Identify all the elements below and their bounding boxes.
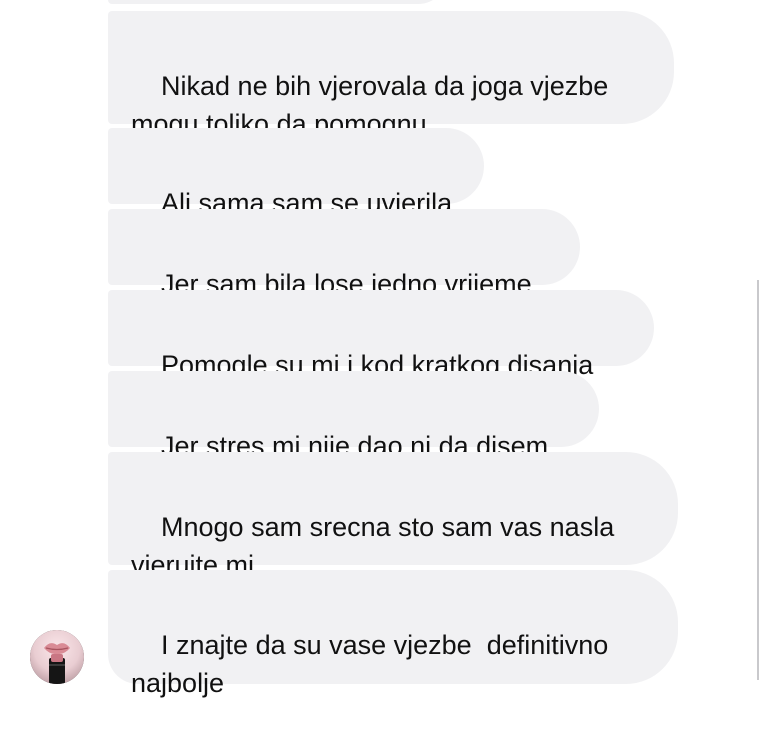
- message-bubble-6[interactable]: Mnogo sam srecna sto sam vas nasla vjeru…: [108, 452, 678, 580]
- chat-thread: Nikad ne bih vjerovala da joga vjezbe mo…: [0, 0, 760, 698]
- message-bubble-4[interactable]: Pomogle su mi i kod kratkog disanja: [108, 290, 654, 380]
- message-bubble-3[interactable]: Jer sam bila lose jedno vrijeme: [108, 209, 580, 299]
- previous-message-bubble[interactable]: [108, 0, 448, 4]
- message-text-7: I znajte da su vase vjezbe definitivno n…: [131, 630, 609, 698]
- message-bubble-7[interactable]: I znajte da su vase vjezbe definitivno n…: [108, 570, 678, 698]
- lipstick-profile-avatar-icon: [30, 630, 84, 684]
- message-bubble-1[interactable]: Nikad ne bih vjerovala da joga vjezbe mo…: [108, 11, 674, 139]
- sender-avatar[interactable]: [30, 630, 84, 684]
- scrollbar-track[interactable]: [757, 280, 759, 680]
- message-bubble-5[interactable]: Jer stres mi nije dao ni da disem: [108, 371, 599, 461]
- message-bubble-2[interactable]: Ali sama sam se uvjerila: [108, 128, 484, 218]
